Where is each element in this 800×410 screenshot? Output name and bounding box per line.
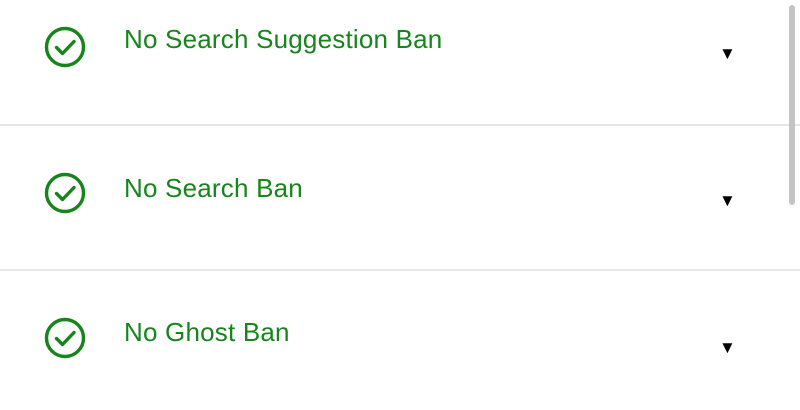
result-row-search-suggestion-ban[interactable]: No Search Suggestion Ban ▼ bbox=[0, 0, 800, 124]
scrollbar[interactable] bbox=[789, 5, 795, 205]
caret-down-icon[interactable]: ▼ bbox=[719, 45, 736, 62]
caret-down-icon[interactable]: ▼ bbox=[719, 339, 736, 356]
check-circle-icon bbox=[44, 172, 86, 214]
shadowban-results-page: No Search Suggestion Ban ▼ No Search Ban… bbox=[0, 0, 800, 410]
check-circle-icon bbox=[44, 26, 86, 68]
caret-down-icon[interactable]: ▼ bbox=[719, 192, 736, 209]
result-label: No Search Ban bbox=[124, 173, 303, 203]
results-list: No Search Suggestion Ban ▼ No Search Ban… bbox=[0, 0, 800, 410]
result-label: No Ghost Ban bbox=[124, 317, 290, 347]
result-row-search-ban[interactable]: No Search Ban ▼ bbox=[0, 126, 800, 270]
check-circle-icon bbox=[44, 317, 86, 359]
result-row-ghost-ban[interactable]: No Ghost Ban ▼ bbox=[0, 271, 800, 410]
result-label: No Search Suggestion Ban bbox=[124, 24, 443, 54]
